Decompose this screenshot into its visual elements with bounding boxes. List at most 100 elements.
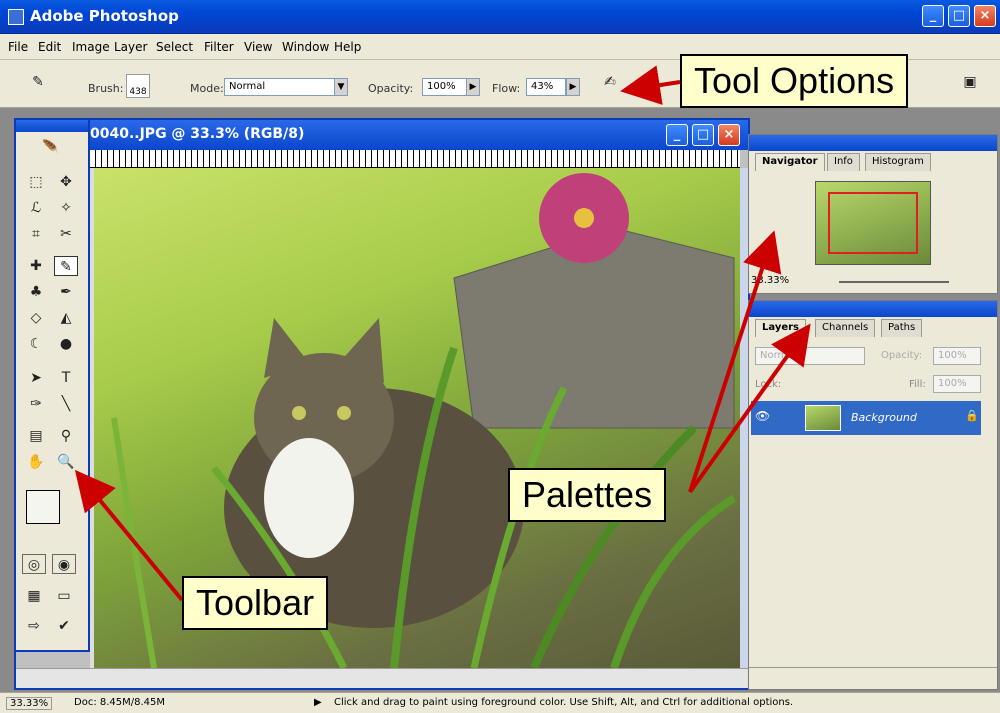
eraser-tool-icon[interactable]: ◇ [24, 308, 48, 328]
chevron-down-icon[interactable]: ▼ [334, 78, 348, 96]
menu-filter[interactable]: Filter [204, 40, 234, 54]
document-icon[interactable]: ▣ [958, 72, 982, 92]
clone-stamp-icon[interactable]: ♣ [24, 282, 48, 302]
checkmark-icon[interactable]: ✔ [52, 616, 76, 636]
zoom-tool-icon[interactable]: 🔍 [54, 452, 78, 472]
fill-label: Fill: [909, 379, 926, 390]
doc-minimize-button[interactable]: _ [666, 124, 688, 146]
menu-select[interactable]: Select [156, 40, 193, 54]
magic-wand-icon[interactable]: ✧ [54, 198, 78, 218]
maximize-button[interactable]: □ [948, 5, 970, 27]
airbrush-icon[interactable]: ✍ [598, 72, 622, 92]
layer-name: Background [851, 411, 917, 424]
move-tool-icon[interactable]: ✥ [54, 172, 78, 192]
tab-paths[interactable]: Paths [881, 319, 923, 337]
hand-tool-icon[interactable]: ✋ [24, 452, 48, 472]
doc-close-button[interactable]: × [718, 124, 740, 146]
type-tool-icon[interactable]: T [54, 368, 78, 388]
path-selection-icon[interactable]: ➤ [24, 368, 48, 388]
status-bar: 33.33% Doc: 8.45M/8.45M ▶ Click and drag… [0, 692, 1000, 713]
layer-row-background[interactable]: 👁 Background 🔒 [751, 401, 981, 435]
menu-help[interactable]: Help [334, 40, 361, 54]
blend-mode-select[interactable]: Normal [755, 347, 865, 365]
history-brush-icon[interactable]: ✒ [54, 282, 78, 302]
menu-image[interactable]: Image [72, 40, 110, 54]
photoshop-app-icon [8, 9, 24, 25]
navigator-zoom[interactable]: 33.33% [751, 275, 789, 286]
paint-bucket-icon[interactable]: ◭ [54, 308, 78, 328]
minimize-button[interactable]: _ [922, 5, 944, 27]
slice-tool-icon[interactable]: ✂ [54, 224, 78, 244]
document-title: 0040..JPG @ 33.3% (RGB/8) [16, 120, 748, 150]
mode-label: Mode: [190, 82, 224, 95]
foreground-color-swatch[interactable] [26, 490, 60, 524]
jump-to-imageready-icon[interactable]: ⇨ [22, 616, 46, 636]
tab-info[interactable]: Info [827, 153, 860, 171]
status-doc-size: Doc: 8.45M/8.45M [74, 697, 166, 708]
line-tool-icon[interactable]: ╲ [54, 394, 78, 414]
tab-layers[interactable]: Layers [755, 319, 806, 337]
fill-input[interactable]: 100% [933, 375, 981, 393]
fullscreen-mode-icon[interactable]: ▭ [52, 586, 76, 606]
doc-maximize-button[interactable]: □ [692, 124, 714, 146]
menu-layer[interactable]: Layer [114, 40, 147, 54]
menu-file[interactable]: File [8, 40, 28, 54]
opacity-label: Opacity: [368, 82, 414, 95]
pen-tool-icon[interactable]: ✑ [24, 394, 48, 414]
flow-label: Flow: [492, 82, 521, 95]
palettes-callout: Palettes [508, 468, 667, 522]
vertical-scrollbar[interactable] [740, 168, 748, 668]
mode-select[interactable]: Normal [224, 78, 336, 96]
flow-input[interactable]: 43% [526, 78, 566, 96]
layers-palette-header [749, 301, 997, 317]
crop-tool-icon[interactable]: ⌗ [24, 224, 48, 244]
quick-mask-icon[interactable]: ◉ [52, 554, 76, 574]
blur-tool-icon[interactable]: ☾ [24, 334, 48, 354]
brush-tool-icon[interactable]: ✎ [54, 256, 78, 276]
screen-mode-icon[interactable]: ▦ [22, 586, 46, 606]
eyedropper-icon[interactable]: ⚲ [54, 426, 78, 446]
brush-tool-preset-icon[interactable]: ✎ [26, 72, 50, 92]
navigator-palette-header [749, 135, 997, 151]
toolbox: 🪶 ⬚ ✥ ℒ ✧ ⌗ ✂ ✚ ✎ ♣ ✒ ◇ ◭ ☾ ● ➤ T ✑ ╲ ▤ … [14, 118, 90, 652]
opacity-input[interactable]: 100% [422, 78, 468, 96]
flow-slider-button[interactable]: ▶ [566, 78, 580, 96]
dodge-tool-icon[interactable]: ● [54, 334, 78, 354]
layers-opacity-input[interactable]: 100% [933, 347, 981, 365]
layers-opacity-label: Opacity: [881, 350, 923, 361]
title-bar: Adobe Photoshop _ □ × [0, 0, 1000, 34]
status-zoom[interactable]: 33.33% [6, 697, 53, 710]
feather-logo-icon[interactable]: 🪶 [26, 138, 76, 166]
play-icon[interactable]: ▶ [314, 697, 322, 708]
brush-size-picker[interactable]: 438 [126, 74, 150, 98]
status-hint: Click and drag to paint using foreground… [334, 697, 794, 708]
horizontal-scrollbar[interactable] [16, 668, 748, 688]
tool-options-callout: Tool Options [680, 54, 909, 108]
standard-mode-icon[interactable]: ◎ [22, 554, 46, 574]
tab-channels[interactable]: Channels [815, 319, 876, 337]
navigator-palette: Navigator Info Histogram 33.33% [748, 134, 998, 294]
layers-palette: Layers Channels Paths Normal Opacity: 10… [748, 300, 998, 690]
opacity-slider-button[interactable]: ▶ [466, 78, 480, 96]
toolbar-callout: Toolbar [182, 576, 329, 630]
brush-size-value: 438 [129, 87, 147, 97]
menu-edit[interactable]: Edit [38, 40, 61, 54]
menu-view[interactable]: View [244, 40, 272, 54]
notes-tool-icon[interactable]: ▤ [24, 426, 48, 446]
eye-visibility-icon[interactable]: 👁 [755, 409, 770, 423]
lasso-tool-icon[interactable]: ℒ [24, 198, 48, 218]
marquee-tool-icon[interactable]: ⬚ [24, 172, 48, 192]
menu-window[interactable]: Window [282, 40, 329, 54]
tab-histogram[interactable]: Histogram [865, 153, 931, 171]
layer-thumbnail [805, 405, 841, 431]
document-window: 0040..JPG @ 33.3% (RGB/8) _ □ × [14, 118, 750, 690]
zoom-slider[interactable] [839, 281, 949, 283]
navigator-view-box[interactable] [828, 192, 918, 254]
brush-label: Brush: [88, 82, 124, 95]
horizontal-ruler [90, 150, 740, 168]
window-title: Adobe Photoshop [30, 7, 179, 25]
tab-navigator[interactable]: Navigator [755, 153, 825, 171]
healing-brush-icon[interactable]: ✚ [24, 256, 48, 276]
close-button[interactable]: × [974, 5, 996, 27]
navigator-thumbnail[interactable] [815, 181, 931, 265]
